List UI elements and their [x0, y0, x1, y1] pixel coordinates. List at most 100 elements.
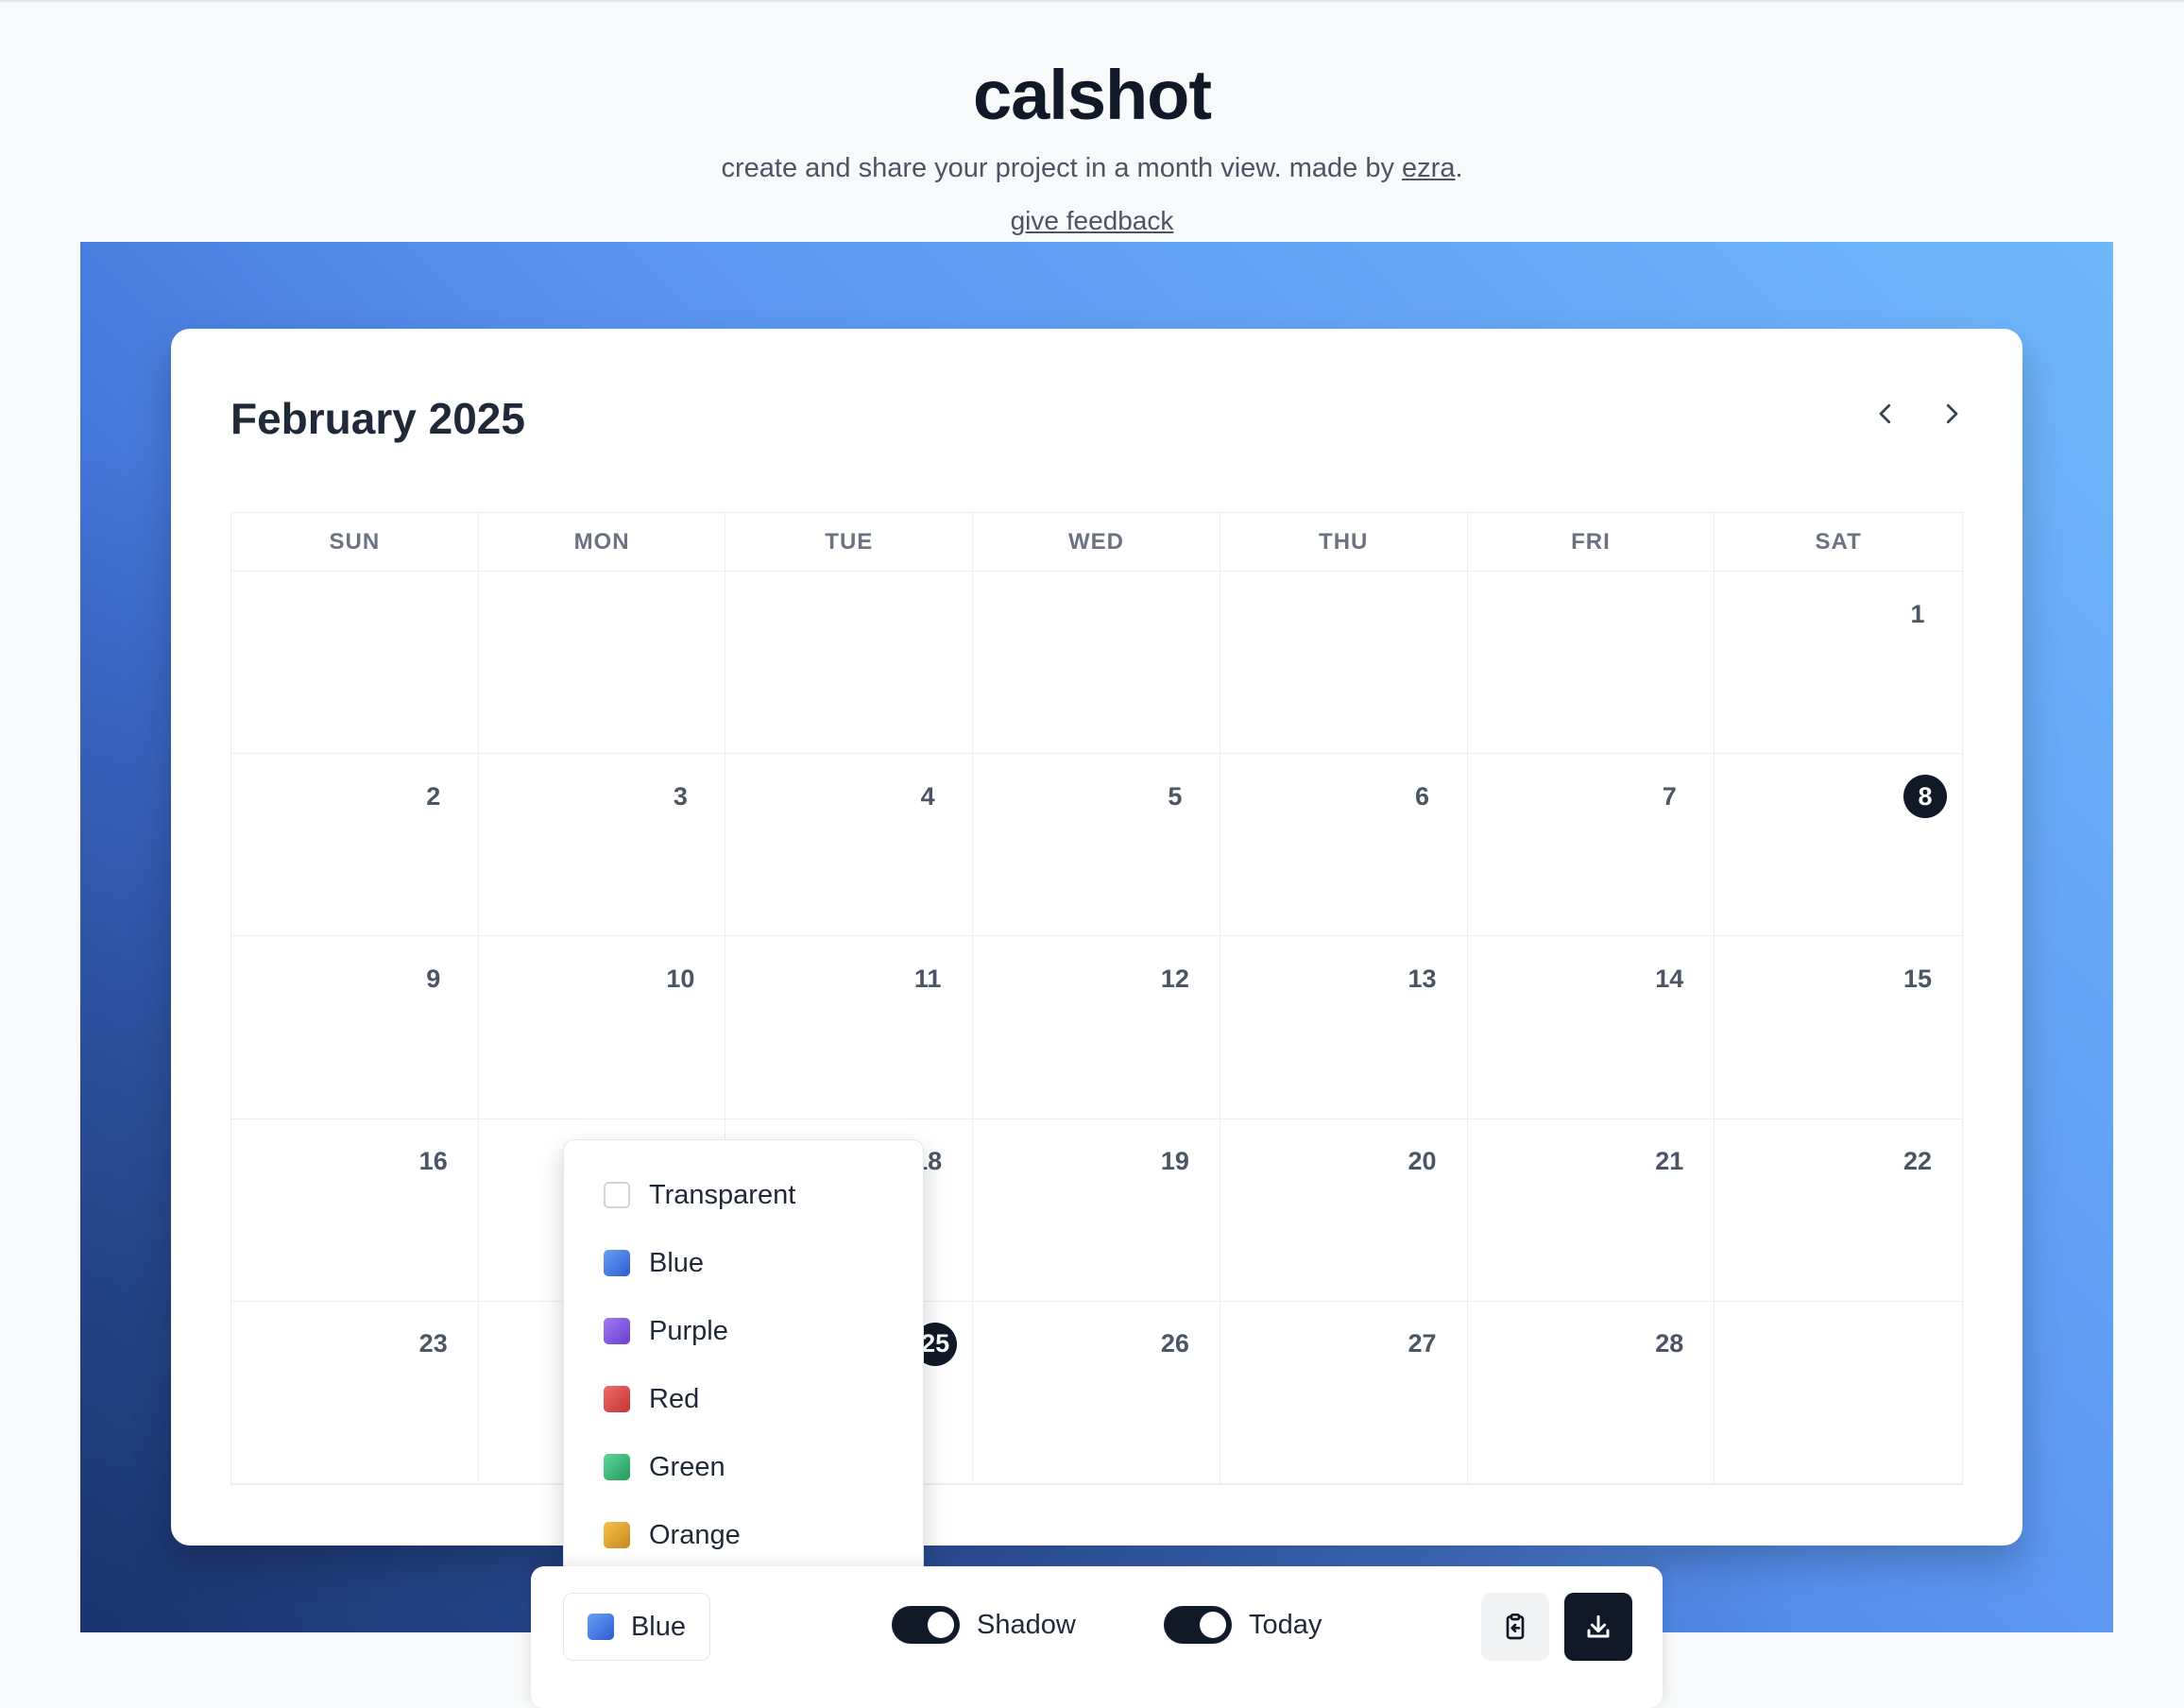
day-cell[interactable]: 9 — [231, 936, 479, 1119]
day-cell[interactable]: 4 — [725, 754, 974, 937]
day-number: 15 — [1902, 964, 1933, 993]
day-number: 16 — [418, 1147, 448, 1176]
day-number: 8 — [1903, 775, 1947, 819]
day-cell[interactable]: 14 — [1467, 936, 1715, 1119]
day-number: 1 — [1910, 599, 1925, 628]
day-cell[interactable]: 19 — [973, 1119, 1220, 1302]
copy-to-clipboard-button[interactable] — [1481, 1593, 1549, 1661]
blue-swatch-icon — [604, 1250, 630, 1276]
day-cell[interactable]: 15 — [1715, 936, 1962, 1119]
day-cell[interactable]: 2 — [231, 754, 479, 937]
day-number: 4 — [920, 781, 935, 811]
day-cell[interactable] — [973, 572, 1220, 755]
day-number: 14 — [1655, 964, 1684, 993]
day-number: 13 — [1408, 964, 1437, 993]
subtitle: create and share your project in a month… — [0, 153, 2184, 184]
day-number: 7 — [1662, 781, 1677, 811]
day-number: 28 — [1655, 1329, 1684, 1358]
download-button[interactable] — [1564, 1593, 1632, 1661]
calendar-grid: SUN MON TUE WED THU FRI SAT 1 2 3 4 5 6 7 8 9 10 11 12 13 14… — [230, 512, 1963, 1485]
today-toggle-switch[interactable] — [1164, 1606, 1232, 1644]
subtitle-end: . — [1455, 153, 1463, 183]
day-cell[interactable]: 5 — [973, 754, 1220, 937]
background-color-label: Blue — [630, 1611, 687, 1642]
day-number: 3 — [673, 781, 688, 811]
calendar-card: February 2025 SUN MON TUE WED THU FRI SAT 1 2 3 4 5… — [171, 329, 2022, 1546]
day-number: 22 — [1902, 1147, 1933, 1176]
background-color-dropdown: Transparent Blue Purple Red Green Orange — [563, 1139, 924, 1581]
give-feedback-link[interactable]: give feedback — [0, 206, 2184, 236]
day-number: 12 — [1160, 964, 1189, 993]
toggle-knob — [1200, 1612, 1226, 1638]
day-cell[interactable]: 12 — [973, 936, 1220, 1119]
dropdown-option-transparent[interactable]: Transparent — [564, 1161, 923, 1229]
day-cell[interactable]: 8 — [1715, 754, 1962, 937]
day-cell[interactable] — [1467, 572, 1715, 755]
day-cell[interactable]: 11 — [725, 936, 974, 1119]
day-cell[interactable]: 13 — [1220, 936, 1468, 1119]
dropdown-option-blue[interactable]: Blue — [564, 1229, 923, 1297]
dropdown-option-purple[interactable]: Purple — [564, 1297, 923, 1365]
weekday-header: SUN — [231, 513, 479, 572]
background-color-button[interactable]: Blue — [563, 1593, 710, 1661]
day-cell[interactable] — [1220, 572, 1468, 755]
next-month-button[interactable] — [1925, 387, 1978, 440]
shadow-toggle[interactable]: Shadow — [892, 1606, 1076, 1644]
day-cell[interactable]: 27 — [1220, 1301, 1468, 1484]
day-number: 21 — [1655, 1147, 1684, 1176]
dropdown-option-label: Red — [649, 1383, 700, 1414]
today-label: Today — [1249, 1609, 1322, 1640]
day-number: 6 — [1415, 781, 1430, 811]
weekday-header: SAT — [1715, 513, 1962, 572]
weekday-header: MON — [478, 513, 726, 572]
dropdown-option-label: Green — [649, 1451, 725, 1482]
dropdown-option-green[interactable]: Green — [564, 1433, 923, 1501]
day-number: 2 — [426, 781, 441, 811]
day-cell[interactable]: 7 — [1467, 754, 1715, 937]
dropdown-option-label: Orange — [649, 1519, 741, 1550]
day-cell[interactable] — [231, 572, 479, 755]
today-toggle[interactable]: Today — [1164, 1606, 1322, 1644]
day-cell[interactable]: 26 — [973, 1301, 1220, 1484]
day-cell[interactable] — [1715, 1302, 1962, 1484]
toggle-knob — [928, 1612, 954, 1638]
day-cell[interactable]: 28 — [1467, 1301, 1715, 1484]
chevron-left-icon — [1879, 403, 1891, 424]
day-cell[interactable]: 22 — [1715, 1119, 1962, 1302]
dropdown-option-label: Transparent — [649, 1179, 796, 1210]
shadow-label: Shadow — [977, 1609, 1076, 1640]
day-number: 9 — [426, 964, 441, 993]
orange-swatch-icon — [604, 1522, 630, 1548]
day-cell[interactable]: 3 — [478, 754, 726, 937]
day-cell[interactable]: 23 — [231, 1301, 479, 1484]
purple-swatch-icon — [604, 1318, 630, 1344]
day-cell[interactable]: 1 — [1715, 572, 1962, 755]
day-cell[interactable]: 20 — [1220, 1119, 1468, 1302]
top-border — [0, 0, 2184, 2]
download-icon — [1587, 1614, 1610, 1638]
day-cell[interactable]: 6 — [1220, 754, 1468, 937]
red-swatch-icon — [604, 1386, 630, 1412]
previous-month-button[interactable] — [1859, 387, 1912, 440]
day-number: 23 — [418, 1329, 448, 1358]
day-number: 10 — [666, 964, 695, 993]
day-number: 11 — [913, 964, 942, 993]
day-number: 20 — [1408, 1147, 1437, 1176]
bottom-toolbar: Blue Shadow Today — [531, 1566, 1663, 1708]
author-link[interactable]: ezra — [1402, 153, 1455, 183]
dropdown-option-label: Blue — [649, 1247, 705, 1278]
day-cell[interactable]: 16 — [231, 1119, 479, 1302]
day-cell[interactable]: 21 — [1467, 1119, 1715, 1302]
chevron-right-icon — [1946, 403, 1958, 424]
day-cell[interactable] — [725, 572, 974, 755]
transparent-swatch-icon — [604, 1182, 630, 1208]
day-cell[interactable] — [478, 572, 726, 755]
day-cell[interactable]: 10 — [478, 936, 726, 1119]
day-number: 26 — [1160, 1329, 1189, 1358]
shadow-toggle-switch[interactable] — [892, 1606, 960, 1644]
weekday-header: TUE — [725, 513, 974, 572]
dropdown-option-orange[interactable]: Orange — [564, 1501, 923, 1569]
app-title: calshot — [972, 56, 1212, 134]
clipboard-copy-icon — [1506, 1614, 1525, 1640]
dropdown-option-red[interactable]: Red — [564, 1365, 923, 1433]
